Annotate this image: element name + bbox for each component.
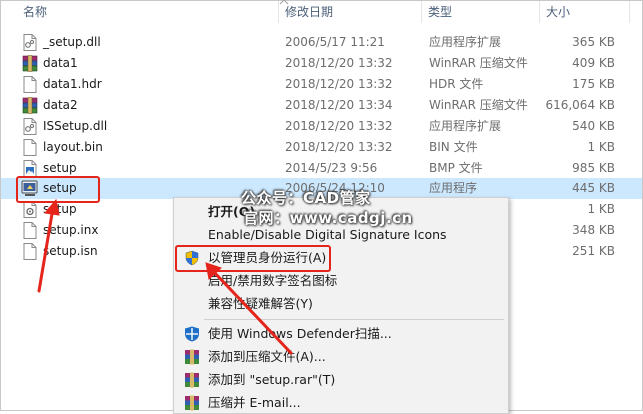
explorer-file-list: 名称 修改日期 类型 大小 _setup.dll 2006/5/17 11:21…: [0, 0, 643, 414]
red-arrow-annotations: [37, 198, 293, 355]
